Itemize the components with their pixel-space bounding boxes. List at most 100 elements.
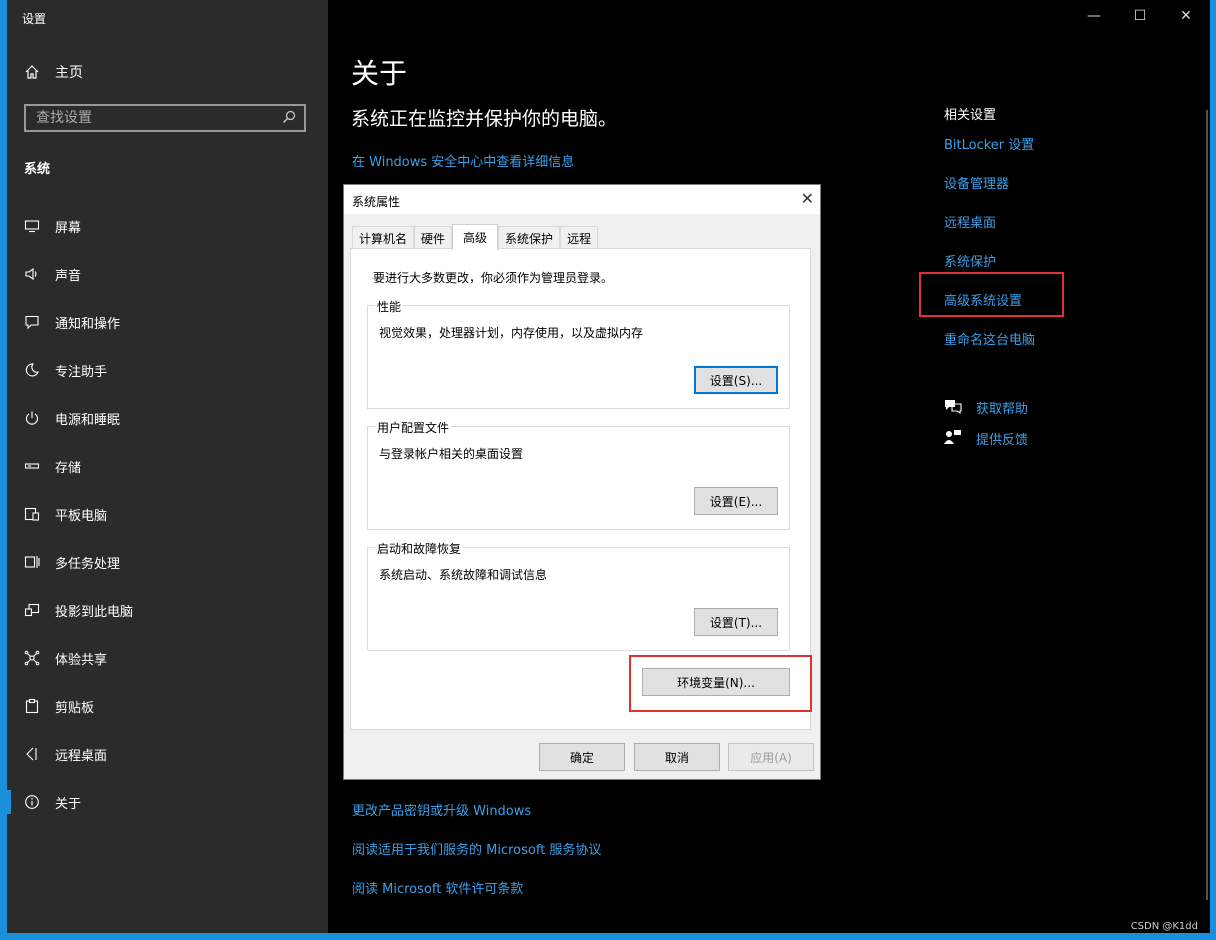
dialog-title: 系统属性 — [352, 195, 401, 209]
advanced-settings-highlight — [919, 272, 1064, 317]
remote-desktop-link[interactable]: 远程桌面 — [944, 212, 1194, 251]
sidebar-item-label: 剪贴板 — [55, 700, 95, 716]
performance-group: 性能 视觉效果，处理器计划，内存使用，以及虚拟内存 设置(S)... — [367, 298, 790, 409]
security-center-link[interactable]: 在 Windows 安全中心中查看详细信息 — [352, 151, 574, 170]
sidebar-item-label: 存储 — [55, 460, 82, 476]
sidebar-item-label: 关于 — [55, 796, 82, 812]
related-settings: 相关设置 BitLocker 设置 设备管理器 远程桌面 系统保护 高级系统设置… — [944, 104, 1194, 368]
sidebar-item-label: 体验共享 — [55, 652, 108, 668]
ok-button[interactable]: 确定 — [539, 743, 625, 771]
monitor-icon — [23, 217, 41, 235]
user-profiles-settings-button[interactable]: 设置(E)... — [694, 487, 778, 515]
tab-advanced[interactable]: 高级 — [452, 224, 499, 250]
feedback-icon — [944, 429, 962, 449]
sidebar-item-multitasking[interactable]: 多任务处理 — [7, 538, 328, 586]
performance-label: 性能 — [375, 298, 404, 315]
sidebar-nav: 屏幕 声音 通知和操作 专注助手 电源和睡眠 存储 平板电脑 多任务处理 投影到… — [7, 202, 328, 826]
minimize-button[interactable]: — — [1084, 6, 1104, 26]
settings-window: 设置 主页 系统 屏幕 声音 通知和操作 — [7, 0, 1210, 933]
sidebar-item-power[interactable]: 电源和睡眠 — [7, 394, 328, 442]
startup-recovery-settings-button[interactable]: 设置(T)... — [694, 608, 778, 636]
startup-recovery-group: 启动和故障恢复 系统启动、系统故障和调试信息 设置(T)... — [367, 540, 790, 651]
home-icon — [23, 63, 41, 81]
advanced-tab-panel: 要进行大多数更改，你必须作为管理员登录。 性能 视觉效果，处理器计划，内存使用，… — [350, 248, 812, 730]
sidebar-home-label: 主页 — [55, 65, 83, 81]
sidebar-item-clipboard[interactable]: 剪贴板 — [7, 682, 328, 730]
bottom-links: 更改产品密钥或升级 Windows 阅读适用于我们服务的 Microsoft 服… — [352, 800, 601, 917]
license-terms-link[interactable]: 阅读 Microsoft 软件许可条款 — [352, 878, 601, 917]
notification-icon — [23, 313, 41, 331]
multitask-icon — [23, 553, 41, 571]
sidebar-item-display[interactable]: 屏幕 — [7, 202, 328, 250]
bitlocker-link[interactable]: BitLocker 设置 — [944, 134, 1194, 173]
sidebar-item-label: 电源和睡眠 — [55, 412, 121, 428]
power-icon — [23, 409, 41, 427]
sidebar: 设置 主页 系统 屏幕 声音 通知和操作 — [7, 0, 328, 933]
sidebar-item-remote-desktop[interactable]: 远程桌面 — [7, 730, 328, 778]
sidebar-item-label: 专注助手 — [55, 364, 108, 380]
product-key-link[interactable]: 更改产品密钥或升级 Windows — [352, 800, 601, 839]
tab-remote[interactable]: 远程 — [560, 226, 599, 249]
admin-note: 要进行大多数更改，你必须作为管理员登录。 — [373, 271, 614, 285]
storage-icon — [23, 457, 41, 475]
page-title: 关于 — [351, 57, 408, 90]
performance-settings-button[interactable]: 设置(S)... — [694, 366, 778, 394]
search-input[interactable] — [34, 109, 268, 127]
sidebar-item-label: 远程桌面 — [55, 748, 108, 764]
sidebar-item-label: 投影到此电脑 — [55, 604, 134, 620]
apply-button: 应用(A) — [728, 743, 814, 771]
info-icon — [23, 793, 41, 811]
dialog-titlebar: 系统属性 ✕ — [344, 185, 820, 214]
performance-desc: 视觉效果，处理器计划，内存使用，以及虚拟内存 — [379, 326, 644, 340]
get-help-link[interactable]: 获取帮助 — [976, 398, 1028, 417]
user-profiles-group: 用户配置文件 与登录帐户相关的桌面设置 设置(E)... — [367, 419, 790, 530]
environment-variables-highlight — [629, 655, 812, 712]
help-section: 获取帮助 提供反馈 — [944, 392, 1028, 454]
sidebar-item-about[interactable]: 关于 — [7, 778, 328, 826]
system-properties-dialog: 系统属性 ✕ 计算机名 硬件 高级 系统保护 远程 要进行大多数更改，你必须作为… — [343, 184, 821, 780]
sidebar-item-label: 通知和操作 — [55, 316, 121, 332]
sidebar-item-label: 屏幕 — [55, 220, 82, 236]
watermark: CSDN @K1dd — [1130, 921, 1198, 932]
clipboard-icon — [23, 697, 41, 715]
moon-icon — [23, 361, 41, 379]
sidebar-item-notifications[interactable]: 通知和操作 — [7, 298, 328, 346]
sidebar-item-project[interactable]: 投影到此电脑 — [7, 586, 328, 634]
speaker-icon — [23, 265, 41, 283]
feedback-link[interactable]: 提供反馈 — [976, 429, 1028, 448]
protection-headline: 系统正在监控并保护你的电脑。 — [351, 108, 618, 130]
maximize-button[interactable]: ☐ — [1130, 6, 1150, 26]
sidebar-section-title: 系统 — [24, 162, 51, 177]
feedback-row[interactable]: 提供反馈 — [944, 423, 1028, 454]
scrollbar[interactable] — [1206, 110, 1208, 900]
cancel-button[interactable]: 取消 — [634, 743, 720, 771]
get-help-row[interactable]: 获取帮助 — [944, 392, 1028, 423]
search-icon[interactable] — [282, 109, 296, 128]
startup-recovery-label: 启动和故障恢复 — [375, 540, 464, 557]
help-icon — [944, 398, 962, 418]
sidebar-item-label: 平板电脑 — [55, 508, 108, 524]
share-icon — [23, 649, 41, 667]
sidebar-item-storage[interactable]: 存储 — [7, 442, 328, 490]
device-manager-link[interactable]: 设备管理器 — [944, 173, 1194, 212]
tab-hardware[interactable]: 硬件 — [414, 226, 453, 249]
service-agreement-link[interactable]: 阅读适用于我们服务的 Microsoft 服务协议 — [352, 839, 601, 878]
sidebar-item-shared-experiences[interactable]: 体验共享 — [7, 634, 328, 682]
sidebar-home[interactable]: 主页 — [23, 62, 83, 82]
sidebar-item-tablet[interactable]: 平板电脑 — [7, 490, 328, 538]
user-profiles-desc: 与登录帐户相关的桌面设置 — [379, 447, 524, 461]
remote-icon — [23, 745, 41, 763]
user-profiles-label: 用户配置文件 — [375, 419, 452, 436]
project-icon — [23, 601, 41, 619]
search-box[interactable] — [24, 104, 306, 132]
tab-computer-name[interactable]: 计算机名 — [352, 226, 415, 249]
tablet-icon — [23, 505, 41, 523]
rename-pc-link[interactable]: 重命名这台电脑 — [944, 329, 1194, 368]
sidebar-item-sound[interactable]: 声音 — [7, 250, 328, 298]
dialog-close-icon[interactable]: ✕ — [801, 189, 814, 208]
sidebar-item-focus[interactable]: 专注助手 — [7, 346, 328, 394]
sidebar-item-label: 声音 — [55, 268, 82, 284]
startup-recovery-desc: 系统启动、系统故障和调试信息 — [379, 568, 548, 582]
tab-system-protection[interactable]: 系统保护 — [498, 226, 561, 249]
close-button[interactable]: ✕ — [1176, 6, 1196, 26]
